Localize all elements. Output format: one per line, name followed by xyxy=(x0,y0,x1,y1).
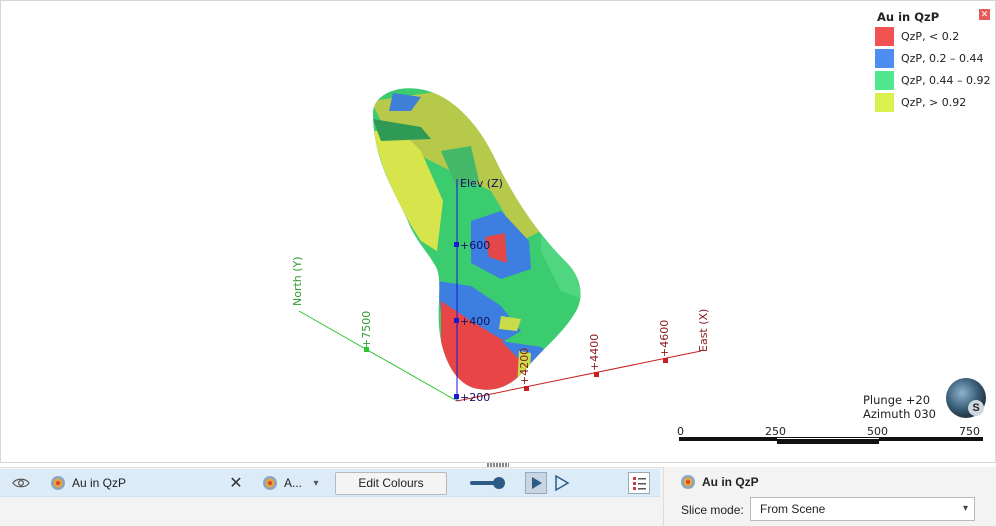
list-icon xyxy=(633,477,646,490)
legend-item: QzP, 0.44 – 0.92 xyxy=(875,71,995,91)
azimuth-readout: Azimuth 030 xyxy=(863,407,936,421)
edit-colours-button[interactable]: Edit Colours xyxy=(335,472,447,495)
slice-mode-value: From Scene xyxy=(760,502,826,516)
slice-mode-select[interactable]: From Scene ▾ xyxy=(750,497,975,521)
legend-toggle-button[interactable] xyxy=(628,472,650,494)
slice-mode-label: Slice mode: xyxy=(681,503,744,517)
geology-model-icon xyxy=(681,475,695,489)
elev-tick-400: +400 xyxy=(460,315,490,328)
close-icon[interactable]: ✕ xyxy=(979,9,990,20)
elev-tick-600: +600 xyxy=(460,239,490,252)
geology-model-icon xyxy=(51,476,65,490)
layer-name-label: Au in QzP xyxy=(72,476,127,490)
legend-item-label: QzP, > 0.92 xyxy=(901,96,967,109)
chevron-down-icon[interactable]: ▾ xyxy=(309,469,323,497)
geology-model-icon xyxy=(263,476,277,490)
east-tick-4400: +4400 xyxy=(588,334,601,371)
north-tick-7500: +7500 xyxy=(360,311,373,348)
scale-bar-graphic xyxy=(679,437,983,444)
legend-title: Au in QzP xyxy=(877,10,940,24)
legend-swatch xyxy=(875,27,894,46)
3d-scene-viewport[interactable]: +7500 North (Y) +4200 +4400 +4600 East (… xyxy=(0,0,996,463)
play-button[interactable] xyxy=(525,472,547,494)
elev-axis-label: Elev (Z) xyxy=(460,177,503,190)
legend-panel: Au in QzP ✕ QzP, < 0.2 QzP, 0.2 – 0.44 Q… xyxy=(871,6,995,118)
scene-canvas[interactable]: +7500 North (Y) +4200 +4400 +4600 East (… xyxy=(1,1,996,463)
elev-tick-200: +200 xyxy=(460,391,490,404)
globe-letter: S xyxy=(968,400,984,416)
play-outline-icon xyxy=(555,474,570,492)
legend-item-label: QzP, < 0.2 xyxy=(901,30,960,43)
north-axis-label: North (Y) xyxy=(291,256,304,306)
properties-title-label: Au in QzP xyxy=(702,475,759,489)
legend-item: QzP, < 0.2 xyxy=(875,27,995,47)
east-axis-label: East (X) xyxy=(697,309,710,352)
legend-item: QzP, 0.2 – 0.44 xyxy=(875,49,995,69)
legend-swatch xyxy=(875,93,894,112)
layer-name-au-in-qzp[interactable]: Au in QzP xyxy=(50,469,126,497)
properties-panel: Au in QzP Slice mode: From Scene ▾ xyxy=(663,467,996,526)
east-tick-4600: +4600 xyxy=(658,320,671,357)
colour-attribute-label: A... xyxy=(284,476,303,490)
properties-title: Au in QzP xyxy=(680,474,759,490)
remove-layer-close-icon[interactable]: ✕ xyxy=(226,469,246,497)
play-icon xyxy=(532,477,542,489)
legend-swatch xyxy=(875,71,894,90)
chevron-down-icon: ▾ xyxy=(962,503,968,514)
scene-layer-row[interactable]: Au in QzP ✕ A... ▾ Edit Colours xyxy=(0,469,660,497)
scale-bar: 0 250 500 750 xyxy=(677,425,987,453)
east-tick-4200: +4200 xyxy=(518,348,531,385)
orientation-readout: Plunge +20 Azimuth 030 xyxy=(863,393,936,421)
step-play-button[interactable] xyxy=(552,473,572,493)
visibility-toggle[interactable] xyxy=(10,469,32,497)
eye-icon xyxy=(12,478,30,488)
slider-knob[interactable] xyxy=(493,477,505,489)
legend-swatch xyxy=(875,49,894,68)
north-axis: +7500 North (Y) xyxy=(291,256,458,402)
view-globe-icon[interactable]: S xyxy=(946,378,986,418)
plunge-readout: Plunge +20 xyxy=(863,393,931,407)
opacity-slider[interactable] xyxy=(470,477,506,489)
legend-item-label: QzP, 0.2 – 0.44 xyxy=(901,52,984,65)
legend-item: QzP, > 0.92 xyxy=(875,93,995,113)
legend-item-label: QzP, 0.44 – 0.92 xyxy=(901,74,991,87)
colour-attribute-selector[interactable]: A... xyxy=(262,469,302,497)
